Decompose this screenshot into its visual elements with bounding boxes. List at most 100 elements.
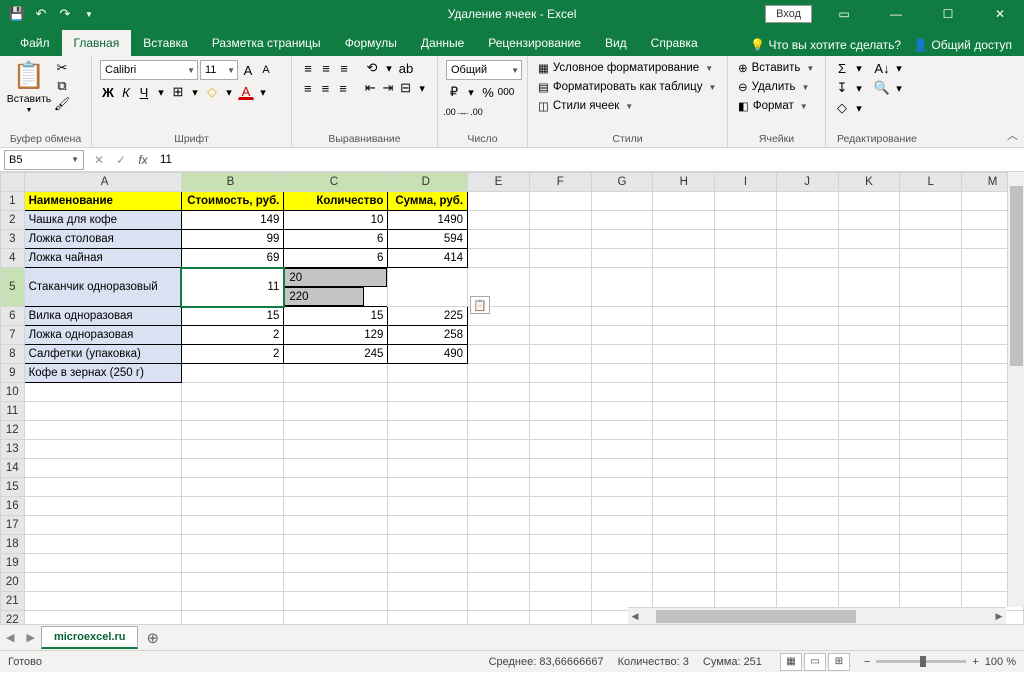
col-header-J[interactable]: J [776,173,838,192]
col-header-B[interactable]: B [181,173,284,192]
page-layout-view-icon[interactable]: ▭ [804,653,826,671]
undo-icon[interactable]: ↶ [32,5,50,23]
row-header[interactable]: 5 [1,268,25,307]
fx-icon[interactable]: fx [132,153,154,167]
collapse-ribbon-icon[interactable]: ︿ [1007,127,1018,143]
delete-cells-button[interactable]: ⊖Удалить▼ [736,79,817,95]
font-color-icon[interactable]: A [238,84,254,100]
cancel-icon[interactable]: ✕ [88,153,110,167]
format-painter-icon[interactable]: 🖌 [54,96,70,112]
percent-icon[interactable]: % [480,84,496,100]
conditional-format-button[interactable]: ▦Условное форматирование▼ [536,60,719,76]
row-header[interactable]: 9 [1,364,25,383]
underline-button[interactable]: Ч [136,84,152,100]
autosum-icon[interactable]: Σ [834,60,850,76]
fill-color-icon[interactable]: ◇ [204,84,220,100]
col-header-H[interactable]: H [653,173,715,192]
tab-home[interactable]: Главная [62,30,132,56]
zoom-slider[interactable] [876,660,966,663]
align-middle-icon[interactable]: ≡ [318,60,334,76]
tab-data[interactable]: Данные [409,30,476,56]
row-header[interactable]: 8 [1,345,25,364]
col-header-L[interactable]: L [900,173,962,192]
login-button[interactable]: Вход [765,5,812,23]
row-header[interactable]: 1 [1,192,25,211]
comma-icon[interactable]: 000 [498,84,514,100]
copy-icon[interactable]: ⧉ [54,78,70,94]
zoom-level[interactable]: 100 % [985,656,1016,668]
row-header[interactable]: 2 [1,211,25,230]
ribbon-display-icon[interactable]: ▭ [824,0,864,28]
number-format-select[interactable]: Общий▼ [446,60,522,80]
scroll-thumb[interactable] [656,610,856,623]
decrease-decimal-icon[interactable]: ←.00 [464,104,480,120]
zoom-out-button[interactable]: − [864,656,870,668]
tab-help[interactable]: Справка [639,30,710,56]
tab-nav-prev[interactable]: ◀ [0,631,20,644]
increase-decimal-icon[interactable]: .00→ [446,104,462,120]
cell-styles-button[interactable]: ◫Стили ячеек▼ [536,98,719,114]
decrease-indent-icon[interactable]: ⇤ [363,80,379,96]
sheet-tab[interactable]: microexcel.ru [41,626,139,649]
col-header-F[interactable]: F [529,173,591,192]
normal-view-icon[interactable]: ▦ [780,653,802,671]
close-button[interactable]: ✕ [980,0,1020,28]
format-as-table-button[interactable]: ▤Форматировать как таблицу▼ [536,79,719,95]
tab-formulas[interactable]: Формулы [333,30,409,56]
tellme-search[interactable]: 💡 Что вы хотите сделать? [750,38,901,52]
currency-icon[interactable]: ₽ [446,84,462,100]
row-header[interactable]: 3 [1,230,25,249]
col-header-C[interactable]: C [284,173,388,192]
insert-cells-button[interactable]: ⊕Вставить▼ [736,60,817,76]
active-cell[interactable]: 11 [181,268,284,307]
tab-file[interactable]: Файл [8,30,62,56]
cut-icon[interactable]: ✂ [54,60,70,76]
align-bottom-icon[interactable]: ≡ [336,60,352,76]
minimize-button[interactable]: — [876,0,916,28]
sort-filter-icon[interactable]: A↓ [874,60,890,76]
col-header-D[interactable]: D [388,173,468,192]
find-icon[interactable]: 🔍 [874,80,890,96]
qat-dropdown-icon[interactable]: ▼ [80,5,98,23]
col-header-A[interactable]: A [24,173,181,192]
clear-icon[interactable]: ◇ [834,100,850,116]
col-header-K[interactable]: K [838,173,900,192]
vertical-scrollbar[interactable] [1007,172,1024,607]
zoom-in-button[interactable]: + [972,656,978,668]
formula-input[interactable]: 11 [154,154,1024,166]
save-icon[interactable]: 💾 [8,5,26,23]
name-box[interactable]: B5▼ [4,150,84,170]
format-cells-button[interactable]: ◧Формат▼ [736,98,817,114]
tab-page-layout[interactable]: Разметка страницы [200,30,333,56]
page-break-view-icon[interactable]: ⊞ [828,653,850,671]
orientation-icon[interactable]: ⟲ [364,60,380,76]
border-icon[interactable]: ⊞ [170,84,186,100]
align-top-icon[interactable]: ≡ [300,60,316,76]
scroll-thumb[interactable] [1010,186,1023,366]
row-header[interactable]: 7 [1,326,25,345]
worksheet-grid[interactable]: A B C D E F G H I J K L M 1 Наименование… [0,172,1024,624]
col-header-G[interactable]: G [591,173,653,192]
align-left-icon[interactable]: ≡ [300,80,316,96]
fill-icon[interactable]: ↧ [834,80,850,96]
tab-insert[interactable]: Вставка [131,30,200,56]
cell[interactable]: Наименование [24,192,181,211]
italic-button[interactable]: К [118,84,134,100]
tab-view[interactable]: Вид [593,30,639,56]
align-center-icon[interactable]: ≡ [318,80,334,96]
paste-options-icon[interactable]: 📋 [470,296,490,314]
merge-icon[interactable]: ⊟ [398,80,414,96]
cell[interactable]: Количество [284,192,388,211]
horizontal-scrollbar[interactable]: ◀▶ [628,607,1006,624]
select-all-corner[interactable] [1,173,25,192]
bold-button[interactable]: Ж [100,84,116,100]
font-select[interactable]: Calibri▼ [100,60,198,80]
tab-review[interactable]: Рецензирование [476,30,593,56]
decrease-font-icon[interactable]: A [258,62,274,78]
increase-font-icon[interactable]: A [240,62,256,78]
row-header[interactable]: 6 [1,307,25,326]
enter-icon[interactable]: ✓ [110,153,132,167]
row-header[interactable]: 4 [1,249,25,268]
wrap-text-icon[interactable]: ab [398,60,414,76]
redo-icon[interactable]: ↷ [56,5,74,23]
